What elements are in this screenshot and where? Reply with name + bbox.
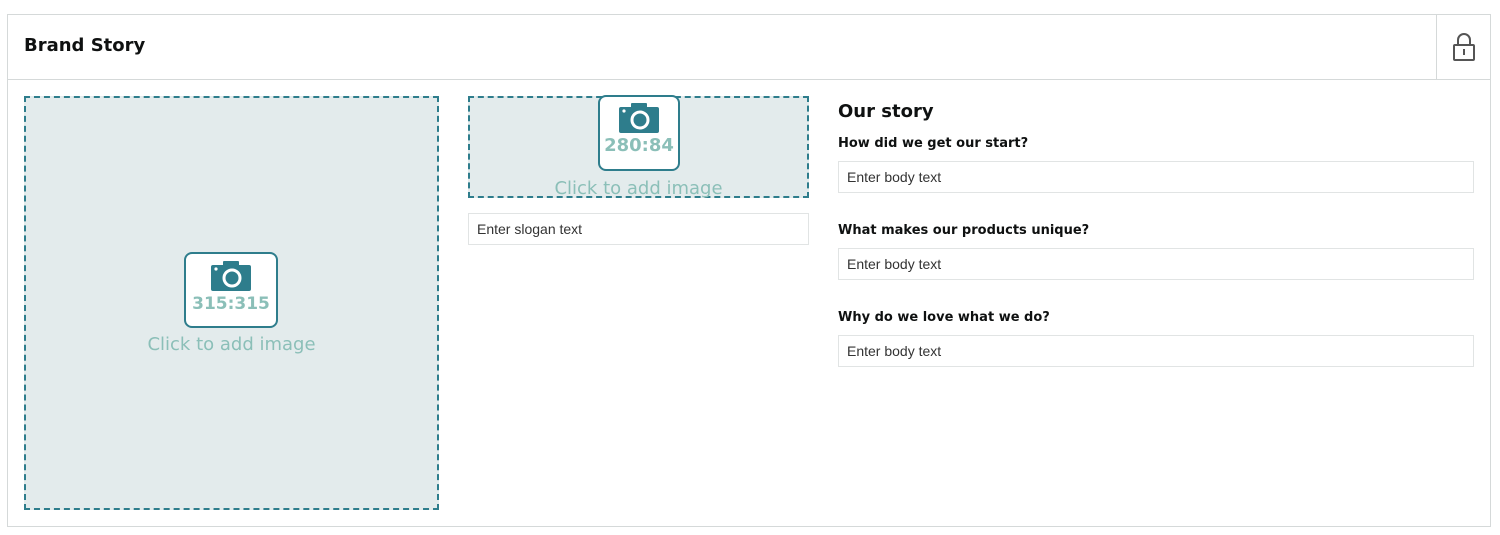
click-to-add-label: Click to add image [147, 334, 316, 355]
large-image-dropzone[interactable]: 315:315 Click to add image [24, 96, 439, 510]
question-label-unique: What makes our products unique? [838, 223, 1090, 238]
camera-icon [619, 103, 659, 133]
brand-story-panel: Brand Story 315:315 Click to add image 2… [7, 14, 1491, 527]
panel-header: Brand Story [8, 15, 1490, 80]
story-heading: Our story [838, 101, 934, 122]
image-ratio: 315:315 [192, 294, 270, 314]
body-text-input-unique[interactable] [838, 248, 1474, 280]
slogan-input[interactable] [468, 213, 809, 245]
small-image-dropzone[interactable]: 280:84 Click to add image [468, 95, 809, 199]
body-text-input-start[interactable] [838, 161, 1474, 193]
image-ratio-badge: 280:84 [598, 95, 680, 171]
question-label-start: How did we get our start? [838, 136, 1029, 151]
lock-icon [1452, 33, 1475, 61]
click-to-add-label: Click to add image [554, 178, 723, 199]
lock-button[interactable] [1436, 15, 1490, 79]
question-label-love: Why do we love what we do? [838, 310, 1050, 325]
image-ratio: 280:84 [604, 135, 674, 156]
camera-icon [211, 261, 251, 291]
image-ratio-badge: 315:315 [184, 252, 278, 328]
body-text-input-love[interactable] [838, 335, 1474, 367]
panel-title: Brand Story [24, 35, 146, 56]
